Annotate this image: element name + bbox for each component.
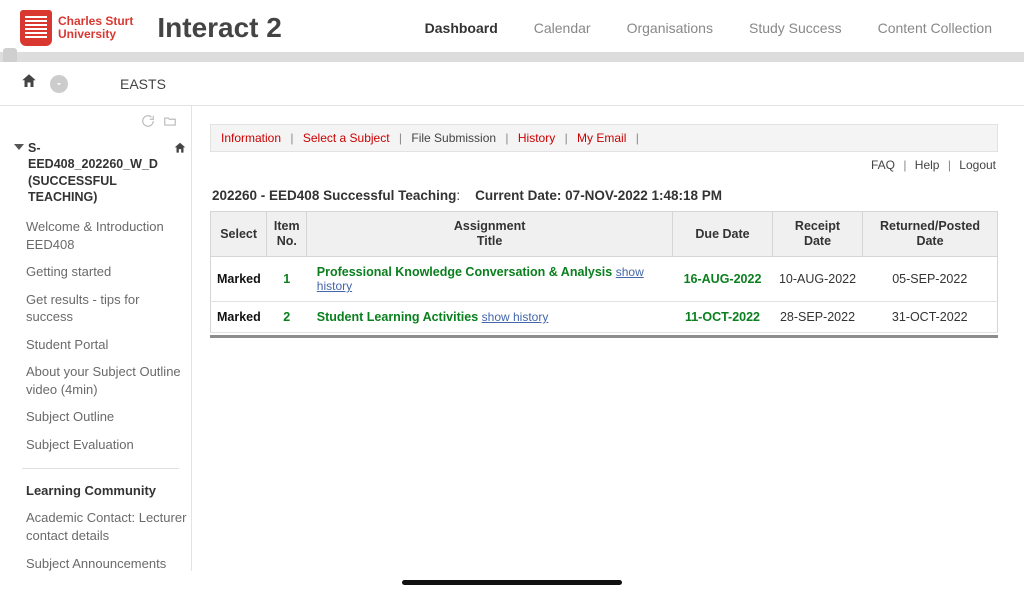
- cell-item-no: 2: [267, 302, 307, 333]
- table-row: Marked 1 Professional Knowledge Conversa…: [211, 257, 998, 302]
- sidebar-item-subject-eval[interactable]: Subject Evaluation: [14, 431, 187, 459]
- panel-tab-handle[interactable]: [3, 48, 17, 62]
- course-header-line: 202260 - EED408 Successful Teaching: Cur…: [210, 174, 998, 211]
- cell-receipt-date: 28-SEP-2022: [773, 302, 863, 333]
- logout-link[interactable]: Logout: [959, 158, 996, 172]
- cell-due-date: 11-OCT-2022: [673, 302, 773, 333]
- separator: [22, 468, 179, 469]
- home-icon[interactable]: [173, 141, 187, 155]
- sidebar-item-academic-contact[interactable]: Academic Contact: Lecturer contact detai…: [14, 504, 187, 549]
- course-code-label: S-EED408_202260_W_D (SUCCESSFUL TEACHING…: [28, 140, 167, 205]
- utility-links: FAQ | Help | Logout: [210, 152, 998, 174]
- col-returned-date: Returned/Posted Date: [863, 212, 998, 257]
- sidebar-course-title[interactable]: S-EED408_202260_W_D (SUCCESSFUL TEACHING…: [14, 136, 187, 213]
- header: Charles Sturt University Interact 2 Dash…: [0, 0, 1024, 46]
- help-link[interactable]: Help: [915, 158, 940, 172]
- refresh-icon[interactable]: [141, 114, 155, 128]
- nav-organisations[interactable]: Organisations: [627, 20, 713, 36]
- sidebar-item-tips[interactable]: Get results - tips for success: [14, 286, 187, 331]
- cell-status: Marked: [211, 302, 267, 333]
- tab-file-submission[interactable]: File Submission: [411, 131, 496, 145]
- cell-returned-date: 05-SEP-2022: [863, 257, 998, 302]
- nav-content-collection[interactable]: Content Collection: [878, 20, 992, 36]
- assignments-table: Select Item No. Assignment Title Due Dat…: [210, 211, 998, 333]
- sidebar-item-outline-video[interactable]: About your Subject Outline video (4min): [14, 358, 187, 403]
- content: Information | Select a Subject | File Su…: [192, 106, 1024, 571]
- nav-dashboard[interactable]: Dashboard: [425, 20, 498, 36]
- cell-status: Marked: [211, 257, 267, 302]
- current-date-value: 07-NOV-2022 1:48:18 PM: [565, 188, 722, 203]
- sidebar-item-getting-started[interactable]: Getting started: [14, 258, 187, 286]
- tab-information[interactable]: Information: [221, 131, 281, 145]
- cell-receipt-date: 10-AUG-2022: [773, 257, 863, 302]
- assignment-title-link[interactable]: Professional Knowledge Conversation & An…: [317, 265, 612, 279]
- chevron-down-icon: [14, 144, 24, 150]
- table-header-row: Select Item No. Assignment Title Due Dat…: [211, 212, 998, 257]
- logo-text: Charles Sturt University: [58, 15, 133, 41]
- sidebar-toolbar: [14, 112, 187, 136]
- cell-returned-date: 31-OCT-2022: [863, 302, 998, 333]
- assignment-title-link[interactable]: Student Learning Activities: [317, 310, 478, 324]
- app-title: Interact 2: [157, 12, 282, 44]
- col-receipt-date: Receipt Date: [773, 212, 863, 257]
- bottom-handle-icon: [402, 580, 622, 585]
- shield-icon: [20, 10, 52, 46]
- table-footer-separator: [210, 335, 998, 338]
- current-date-label: Current Date:: [475, 188, 561, 203]
- university-logo[interactable]: Charles Sturt University: [20, 10, 133, 46]
- nav-study-success[interactable]: Study Success: [749, 20, 842, 36]
- show-history-link[interactable]: show history: [482, 310, 549, 324]
- separator: |: [290, 131, 293, 145]
- sidebar-item-announcements[interactable]: Subject Announcements: [14, 550, 187, 571]
- cell-item-no: 1: [267, 257, 307, 302]
- separator: |: [505, 131, 508, 145]
- col-due-date: Due Date: [673, 212, 773, 257]
- logo-line2: University: [58, 28, 133, 41]
- main-layout: S-EED408_202260_W_D (SUCCESSFUL TEACHING…: [0, 106, 1024, 571]
- breadcrumb-title[interactable]: EASTS: [120, 76, 166, 92]
- tabs-bar: Information | Select a Subject | File Su…: [210, 124, 998, 152]
- chevron-down-icon[interactable]: [50, 75, 68, 93]
- breadcrumb-bar: EASTS: [0, 62, 1024, 106]
- tab-history[interactable]: History: [518, 131, 555, 145]
- cell-title: Student Learning Activities show history: [307, 302, 673, 333]
- course-code-title: 202260 - EED408 Successful Teaching: [212, 188, 456, 203]
- header-left: Charles Sturt University Interact 2: [20, 10, 282, 46]
- separator: |: [636, 131, 639, 145]
- table-row: Marked 2 Student Learning Activities sho…: [211, 302, 998, 333]
- sidebar-heading-community: Learning Community: [14, 479, 187, 504]
- separator: |: [565, 131, 568, 145]
- sidebar: S-EED408_202260_W_D (SUCCESSFUL TEACHING…: [0, 106, 192, 571]
- tab-my-email[interactable]: My Email: [577, 131, 626, 145]
- separator: |: [903, 158, 906, 172]
- col-select: Select: [211, 212, 267, 257]
- separator: |: [399, 131, 402, 145]
- col-assignment-title: Assignment Title: [307, 212, 673, 257]
- col-item-no: Item No.: [267, 212, 307, 257]
- folder-icon[interactable]: [163, 114, 177, 128]
- separator: |: [948, 158, 951, 172]
- sidebar-item-portal[interactable]: Student Portal: [14, 331, 187, 359]
- sidebar-item-welcome[interactable]: Welcome & Introduction EED408: [14, 213, 187, 258]
- cell-title: Professional Knowledge Conversation & An…: [307, 257, 673, 302]
- sidebar-item-subject-outline[interactable]: Subject Outline: [14, 403, 187, 431]
- top-navigation: Dashboard Calendar Organisations Study S…: [425, 20, 1004, 36]
- home-icon[interactable]: [20, 72, 38, 95]
- grey-strip: [0, 52, 1024, 62]
- cell-due-date: 16-AUG-2022: [673, 257, 773, 302]
- tab-select-subject[interactable]: Select a Subject: [303, 131, 390, 145]
- nav-calendar[interactable]: Calendar: [534, 20, 591, 36]
- faq-link[interactable]: FAQ: [871, 158, 895, 172]
